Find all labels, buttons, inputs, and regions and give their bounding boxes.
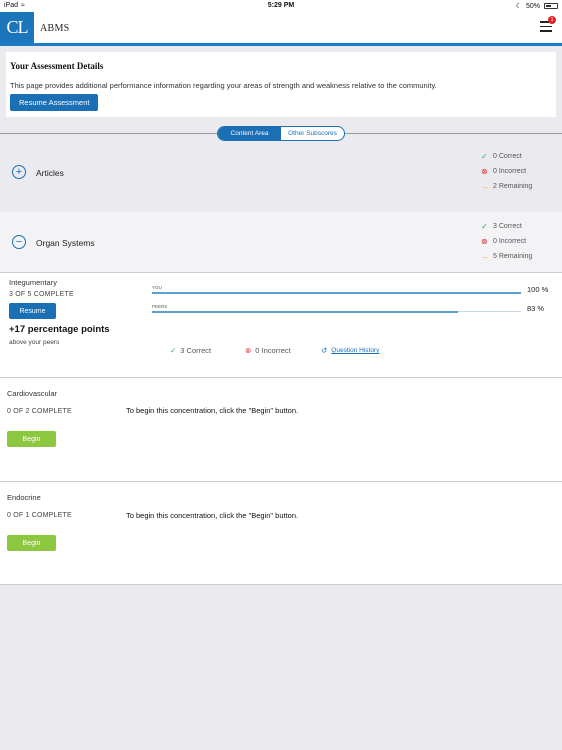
status-time: 5:29 PM [267, 2, 295, 9]
status-bar: iPad ≈ 5:29 PM ☾ 50% [0, 0, 562, 12]
subtopic-progress: 0 OF 1 COMPLETE [7, 512, 72, 519]
incorrect-count: 0 Incorrect [493, 168, 527, 175]
details-title: Your Assessment Details [10, 61, 104, 71]
moon-icon: ☾ [515, 3, 522, 10]
correct-result: ✓ 3 Correct [170, 346, 211, 355]
x-circle-icon: ⊗ [245, 346, 252, 355]
remaining-count: 2 Remaining [493, 183, 533, 190]
arrow-right-icon: → [481, 252, 489, 261]
question-history-link[interactable]: ↺ Question History [321, 346, 379, 355]
begin-message: To begin this concentration, click the "… [126, 406, 299, 415]
subtopics-panel: Integumentary 3 OF 5 COMPLETE Resume +17… [0, 272, 562, 585]
check-icon: ✓ [170, 346, 177, 355]
group-title[interactable]: Organ Systems [36, 238, 95, 248]
view-toggle: Content Area Other Subscores [217, 126, 345, 141]
expand-plus-icon[interactable]: + [12, 165, 26, 179]
details-description: This page provides additional performanc… [10, 81, 437, 90]
question-history-label[interactable]: Question History [331, 347, 379, 354]
incorrect-result: ⊗ 0 Incorrect [245, 346, 291, 355]
app-header: CL ABMS 1 [0, 12, 562, 46]
group-organ-systems: − Organ Systems ✓ 3 Correct ⊗ 0 Incorrect … [0, 212, 562, 272]
collapse-minus-icon[interactable]: − [12, 235, 26, 249]
percentage-points-caption: above your peers [9, 339, 60, 346]
incorrect-count: 0 Incorrect [493, 238, 527, 245]
group-stats: ✓ 0 Correct ⊗ 0 Incorrect → 2 Remaining [481, 149, 532, 194]
correct-count: 0 Correct [493, 153, 522, 160]
percentage-points: +17 percentage points [9, 324, 110, 335]
group-articles: + Articles ✓ 0 Correct ⊗ 0 Incorrect → 2 Re… [0, 141, 562, 212]
app-name: ABMS [40, 23, 70, 34]
history-icon: ↺ [321, 346, 328, 355]
arrow-right-icon: → [481, 182, 489, 191]
peers-value: 83 % [527, 304, 545, 313]
group-stats: ✓ 3 Correct ⊗ 0 Incorrect → 5 Remaining [481, 219, 532, 264]
peers-label: PEERS [152, 304, 168, 309]
remaining-count: 5 Remaining [493, 253, 533, 260]
subtopic-progress: 0 OF 2 COMPLETE [7, 408, 72, 415]
subtopic-name: Integumentary [9, 278, 57, 287]
you-label: YOU [152, 285, 162, 290]
assessment-details-card: Your Assessment Details This page provid… [6, 52, 556, 117]
tab-other-subscores[interactable]: Other Subscores [281, 127, 344, 140]
begin-button[interactable]: Begin [7, 431, 56, 447]
check-icon: ✓ [481, 222, 488, 231]
you-bar [152, 292, 521, 294]
x-circle-icon: ⊗ [481, 237, 488, 246]
incorrect-count: 0 Incorrect [255, 346, 291, 355]
notification-badge: 1 [548, 16, 556, 24]
app-logo[interactable]: CL [0, 12, 34, 43]
resume-assessment-button[interactable]: Resume Assessment [10, 94, 99, 111]
battery-icon [544, 3, 558, 9]
subtopic-name: Cardiovascular [7, 389, 58, 398]
correct-count: 3 Correct [180, 346, 212, 355]
you-value: 100 % [527, 285, 549, 294]
group-title[interactable]: Articles [36, 168, 64, 178]
peers-bar [152, 311, 521, 313]
x-circle-icon: ⊗ [481, 167, 488, 176]
divider [0, 377, 562, 378]
hamburger-menu-icon[interactable]: 1 [540, 16, 556, 33]
resume-button[interactable]: Resume [9, 303, 56, 319]
subtopic-progress: 3 OF 5 COMPLETE [9, 291, 74, 298]
you-bar-fill [152, 292, 521, 294]
subtopic-name: Endocrine [7, 493, 41, 502]
begin-message: To begin this concentration, click the "… [126, 511, 299, 520]
battery-percent: 50% [525, 2, 540, 10]
correct-count: 3 Correct [493, 223, 522, 230]
check-icon: ✓ [481, 152, 488, 161]
peers-bar-fill [152, 311, 459, 313]
tab-content-area[interactable]: Content Area [218, 127, 281, 140]
begin-button[interactable]: Begin [7, 535, 56, 551]
divider [0, 481, 562, 482]
